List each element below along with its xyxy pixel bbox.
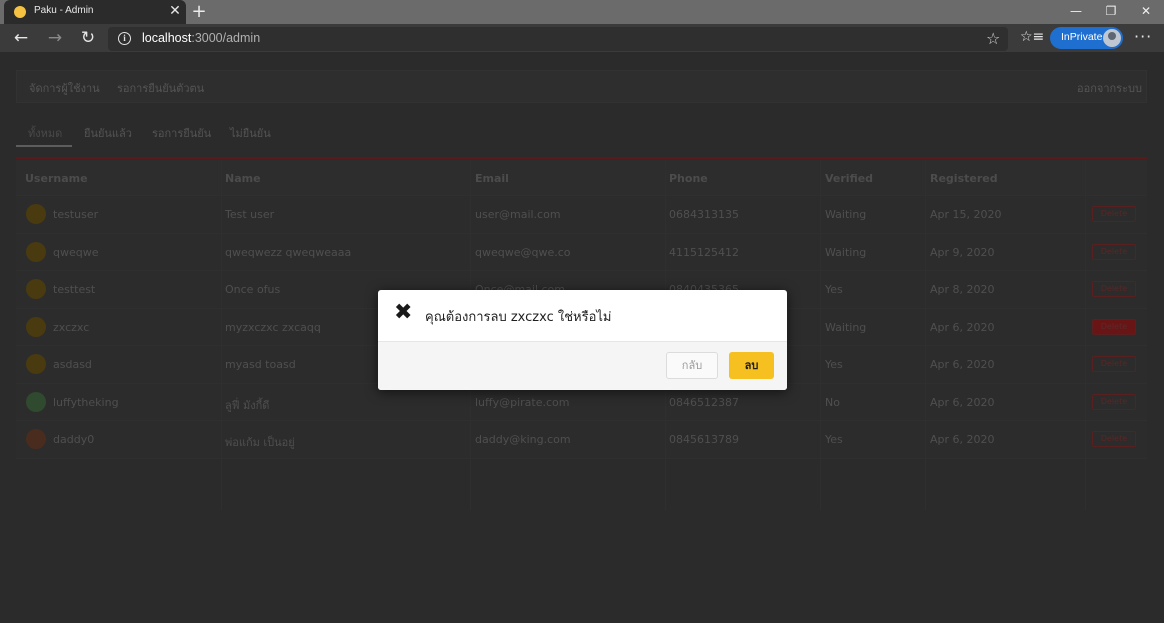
window-close-icon[interactable]: ✕ bbox=[1134, 2, 1158, 20]
inprivate-badge[interactable]: InPrivate bbox=[1050, 27, 1123, 49]
minimize-icon[interactable]: — bbox=[1064, 2, 1088, 20]
forward-arrow-icon[interactable]: → bbox=[44, 28, 66, 50]
confirm-delete-button[interactable]: ลบ bbox=[729, 352, 774, 379]
modal-message: คุณต้องการลบ zxczxc ใช่หรือไม่ bbox=[425, 310, 612, 325]
new-tab-button[interactable]: + bbox=[190, 2, 208, 22]
favicon-icon bbox=[14, 6, 26, 18]
back-button[interactable]: กลับ bbox=[666, 352, 718, 379]
confirm-delete-modal: ✖ คุณต้องการลบ zxczxc ใช่หรือไม่ กลับ ลบ bbox=[378, 290, 787, 390]
tab-close-icon[interactable]: ✕ bbox=[168, 3, 182, 19]
more-menu-icon[interactable]: ··· bbox=[1134, 27, 1152, 46]
profile-avatar-icon bbox=[1103, 29, 1121, 47]
address-bar[interactable]: i localhost:3000/admin ☆ bbox=[108, 27, 1008, 51]
browser-tab[interactable]: Paku - Admin ✕ bbox=[4, 0, 186, 24]
browser-toolbar: ← → ↻ i localhost:3000/admin ☆ ☆≡ InPriv… bbox=[0, 24, 1164, 52]
info-icon[interactable]: i bbox=[118, 32, 131, 45]
tab-title: Paku - Admin bbox=[34, 5, 94, 16]
close-x-icon: ✖ bbox=[394, 300, 413, 325]
favorites-list-icon[interactable]: ☆≡ bbox=[1020, 29, 1044, 45]
refresh-icon[interactable]: ↻ bbox=[77, 28, 99, 50]
inprivate-label: InPrivate bbox=[1061, 31, 1103, 43]
restore-icon[interactable]: ❐ bbox=[1099, 2, 1123, 20]
modal-footer: กลับ ลบ bbox=[378, 341, 787, 390]
back-arrow-icon[interactable]: ← bbox=[10, 28, 32, 50]
modal-body: ✖ คุณต้องการลบ zxczxc ใช่หรือไม่ bbox=[378, 290, 787, 341]
favorite-star-icon[interactable]: ☆ bbox=[986, 29, 1000, 48]
url-text: localhost:3000/admin bbox=[142, 31, 261, 45]
browser-tab-bar: Paku - Admin ✕ + — ❐ ✕ bbox=[0, 0, 1164, 24]
